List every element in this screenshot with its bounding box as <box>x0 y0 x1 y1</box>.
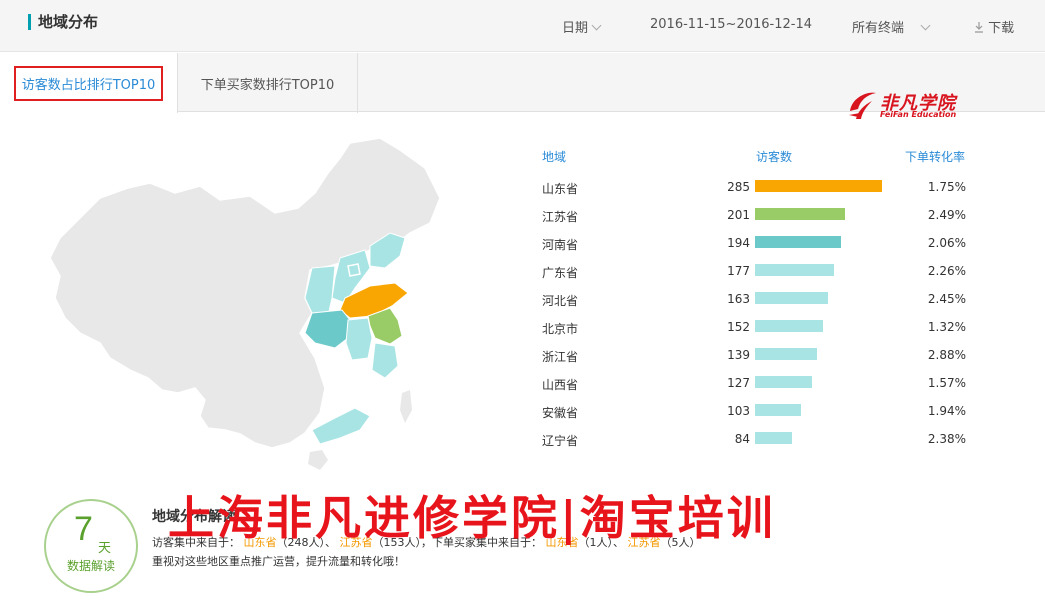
row-visitor-bar <box>755 180 882 192</box>
tab-visitor-top10-label: 访客数占比排行TOP10 <box>13 65 164 101</box>
row-visitors: 84 <box>734 432 750 446</box>
row-province: 广东省 <box>542 266 579 280</box>
map-region-zhejiang <box>371 342 399 379</box>
row-conversion: 1.32% <box>927 320 966 334</box>
row-conversion: 2.06% <box>927 236 966 250</box>
feifan-logo: 非凡学院 FeiFan Education <box>846 89 976 123</box>
table-row: 广东省 177 2.26% <box>540 264 980 292</box>
row-province: 江苏省 <box>542 210 579 224</box>
badge-number: 7 <box>74 510 93 548</box>
table-row: 安徽省 103 1.94% <box>540 404 980 432</box>
table-row: 北京市 152 1.32% <box>540 320 980 348</box>
row-province: 北京市 <box>542 322 579 336</box>
tab-buyer-top10[interactable]: 下单买家数排行TOP10 <box>178 53 358 113</box>
row-conversion: 2.88% <box>927 348 966 362</box>
row-visitor-bar <box>755 208 845 220</box>
row-visitor-bar <box>755 404 801 416</box>
table-row: 山东省 285 1.75% <box>540 180 980 208</box>
row-visitors: 201 <box>727 208 750 222</box>
date-dropdown[interactable]: 日期 <box>562 17 602 36</box>
tab-visitor-top10[interactable]: 访客数占比排行TOP10 <box>0 53 178 113</box>
row-province: 河南省 <box>542 238 579 252</box>
row-conversion: 2.26% <box>927 264 966 278</box>
row-province: 安徽省 <box>542 406 579 420</box>
row-visitors: 103 <box>727 404 750 418</box>
china-map <box>50 138 441 470</box>
row-conversion: 2.49% <box>927 208 966 222</box>
map-region-hainan <box>308 450 328 470</box>
table-row: 辽宁省 84 2.38% <box>540 432 980 460</box>
row-visitor-bar <box>755 264 834 276</box>
row-province: 山东省 <box>542 182 579 196</box>
terminal-dropdown[interactable]: 所有终端 <box>852 17 931 36</box>
table-row: 河北省 163 2.45% <box>540 292 980 320</box>
seven-day-badge: 7 天 数据解读 <box>44 499 138 593</box>
table-row: 河南省 194 2.06% <box>540 236 980 264</box>
row-conversion: 1.94% <box>927 404 966 418</box>
row-province: 辽宁省 <box>542 434 579 448</box>
row-province: 河北省 <box>542 294 579 308</box>
col-header-conversion: 下单转化率 <box>905 150 966 164</box>
map-region-henan <box>304 309 351 349</box>
download-button[interactable]: 下载 <box>974 17 1014 36</box>
table-row: 山西省 127 1.57% <box>540 376 980 404</box>
row-province: 浙江省 <box>542 350 579 364</box>
badge-label: 数据解读 <box>66 559 115 573</box>
row-visitors: 163 <box>727 292 750 306</box>
row-conversion: 2.45% <box>927 292 966 306</box>
download-label: 下载 <box>988 21 1015 36</box>
map-region-guangdong <box>311 407 371 445</box>
table-row: 江苏省 201 2.49% <box>540 208 980 236</box>
top-bar: 地域分布 日期 2016-11-15~2016-12-14 所有终端 下载 <box>0 0 1045 52</box>
map-region-anhui <box>345 317 373 361</box>
logo-text-en: FeiFan Education <box>880 110 957 119</box>
chevron-down-icon <box>591 20 602 31</box>
row-visitors: 139 <box>727 348 750 362</box>
row-visitor-bar <box>755 376 812 388</box>
date-range-value[interactable]: 2016-11-15~2016-12-14 <box>650 17 812 32</box>
row-visitors: 285 <box>727 180 750 194</box>
page-title: 地域分布 <box>38 13 99 31</box>
terminal-label: 所有终端 <box>852 21 905 36</box>
interpretation-line-2: 重视对这些地区重点推广运营，提升流量和转化哦！ <box>152 555 405 568</box>
row-visitor-bar <box>755 348 817 360</box>
row-visitor-bar <box>755 320 823 332</box>
map-region-taiwan <box>400 390 412 423</box>
row-visitor-bar <box>755 292 828 304</box>
row-conversion: 1.57% <box>927 376 966 390</box>
date-label: 日期 <box>562 21 589 36</box>
watermark-text: 上海非凡进修学院|淘宝培训 <box>168 491 776 545</box>
row-province: 山西省 <box>542 378 579 392</box>
tab-bar: 访客数占比排行TOP10 下单买家数排行TOP10 非凡学院 FeiFan Ed… <box>0 53 1045 119</box>
feifan-logo-icon <box>849 92 876 119</box>
tab-buyer-top10-label: 下单买家数排行TOP10 <box>200 77 335 93</box>
row-visitors: 194 <box>727 236 750 250</box>
row-visitor-bar <box>755 432 792 444</box>
title-accent-mark <box>28 14 31 30</box>
chevron-down-icon <box>920 20 931 31</box>
row-visitors: 152 <box>727 320 750 334</box>
row-conversion: 1.75% <box>927 180 966 194</box>
col-header-visitors: 访客数 <box>756 150 793 164</box>
map-region-beijing <box>347 263 361 277</box>
row-visitors: 177 <box>727 264 750 278</box>
row-visitor-bar <box>755 236 841 248</box>
download-icon <box>975 22 983 33</box>
row-conversion: 2.38% <box>927 432 966 446</box>
badge-unit: 天 <box>98 541 112 556</box>
table-row: 浙江省 139 2.88% <box>540 348 980 376</box>
col-header-region: 地域 <box>542 150 567 164</box>
row-visitors: 127 <box>727 376 750 390</box>
